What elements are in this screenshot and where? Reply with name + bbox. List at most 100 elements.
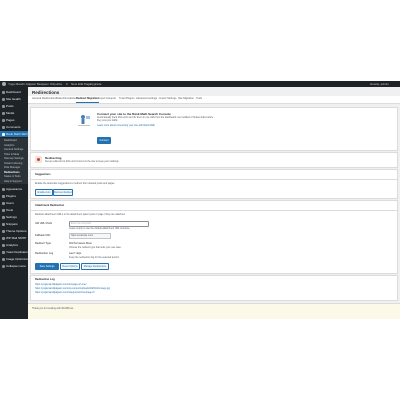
menu-theme-options[interactable]: Theme Options: [0, 228, 28, 234]
brush-icon: [2, 187, 5, 191]
menu-dashboard[interactable]: Dashboard: [0, 89, 28, 95]
field-help: Leave empty to use the default attachmen…: [69, 226, 131, 230]
admin-bar: Yoga Mandir Jalgaon Bedgaon Vritpurtta 0…: [0, 81, 400, 87]
log-line[interactable]: https://yogamandirjalgaon.com/old-page-u…: [35, 283, 86, 286]
wordpress-logo-icon[interactable]: [2, 82, 6, 86]
dashboard-icon: [2, 90, 5, 94]
manage-redirections-button[interactable]: Manage Redirections: [81, 263, 109, 270]
banner-text: Automatically track 404 errors and fix t…: [97, 116, 214, 123]
submenu-item[interactable]: Titles & Meta: [4, 153, 19, 157]
menu-label: Media: [6, 111, 15, 115]
submenu-item[interactable]: Dashboard: [4, 139, 17, 143]
submenu-item[interactable]: General Settings: [4, 148, 23, 152]
menu-settings[interactable]: Settings: [0, 214, 28, 220]
submenu-item[interactable]: Status & Tools: [4, 175, 21, 179]
field-label: Old URL Prefix: [35, 222, 53, 225]
menu-label: WP Mail SMTP: [6, 236, 27, 240]
tab-redirections-list[interactable]: Redirections: [42, 96, 56, 102]
banner-link[interactable]: Learn more about connecting your site wi…: [97, 124, 155, 127]
footer-text: Thank you for creating with WordPress.: [32, 307, 74, 310]
menu-plugins[interactable]: Plugins: [0, 193, 28, 199]
tab-import-export[interactable]: Import & Export: [98, 96, 116, 102]
menu-rank-math[interactable]: Rank Math SEO: [0, 131, 28, 137]
menu-label: Users: [6, 201, 14, 205]
media-icon: [2, 111, 5, 115]
settings-icon: [2, 215, 5, 219]
scissors-icon: [2, 222, 5, 226]
admin-bar-site-name[interactable]: Yoga Mandir Jalgaon Bedgaon Vritpurtta: [8, 82, 62, 86]
settings-tabs: General Redirections Rules Permalinks Re…: [28, 96, 400, 104]
menu-image-optimizer[interactable]: Image Optimizer: [0, 256, 28, 262]
menu-label: Yoast Duplicator: [6, 250, 28, 254]
menu-analytics[interactable]: Analytics: [0, 242, 28, 248]
admin-sidebar: Dashboard Site Health Posts Media Pages …: [0, 87, 28, 319]
menu-users[interactable]: Users: [0, 200, 28, 206]
remove-redirect-button[interactable]: Remove Redirect: [53, 189, 73, 196]
save-settings-button[interactable]: Save Settings: [35, 263, 59, 270]
admin-bar-new[interactable]: New: [71, 82, 77, 86]
field-help: Choose the redirect type that suits your…: [69, 245, 122, 249]
field-help: Keep the redirection log for the selecte…: [69, 255, 120, 259]
connect-button[interactable]: Connect: [97, 137, 111, 144]
menu-duplicator[interactable]: Yoast Duplicator: [0, 249, 28, 255]
menu-tools[interactable]: Tools: [0, 207, 28, 213]
submenu-item[interactable]: Role Manager: [4, 166, 20, 170]
menu-label: Snippets: [6, 222, 18, 226]
tab-trash[interactable]: Trash: [119, 96, 126, 102]
menu-collapse[interactable]: Collapse menu: [0, 263, 28, 269]
menu-comments[interactable]: Comments: [0, 124, 28, 130]
divider: [31, 210, 397, 211]
menu-label: Site Health: [6, 97, 21, 101]
tab-site-migration[interactable]: Site Migration: [178, 96, 194, 102]
menu-label: Dashboard: [6, 90, 21, 94]
suggestions-section: Suggestions Enable the automatic suggest…: [30, 169, 398, 199]
plug-icon: [2, 194, 5, 198]
admin-bar-greeting[interactable]: Howdy, admin: [370, 82, 389, 86]
menu-site-health[interactable]: Site Health: [0, 96, 28, 102]
attachment-heading: Attachment Redirection: [35, 204, 65, 207]
tab-advanced[interactable]: Advanced settings: [136, 96, 157, 102]
mail-icon: [2, 236, 5, 240]
menu-label: Tools: [6, 208, 14, 212]
log-line[interactable]: https://yogamandirjalgaon.com/wp-content…: [35, 287, 110, 290]
submenu-item[interactable]: Analytics: [4, 144, 14, 148]
admin-bar-upgrade[interactable]: Upgrade: [90, 82, 102, 86]
tab-redirect-migration[interactable]: Redirect Migration: [76, 96, 99, 103]
menu-snippets[interactable]: Snippets: [0, 221, 28, 227]
reset-options-button[interactable]: Reset Options: [60, 263, 80, 270]
field-label: Redirect Type: [35, 242, 51, 245]
menu-wp-mail-smtp[interactable]: WP Mail SMTP: [0, 235, 28, 241]
menu-label: Rank Math SEO: [6, 132, 28, 136]
palette-icon: [2, 229, 5, 233]
menu-posts[interactable]: Posts: [0, 103, 28, 109]
tab-plugins[interactable]: Plugins: [126, 96, 135, 102]
menu-label: Theme Options: [6, 229, 27, 233]
health-icon: [2, 97, 5, 101]
tab-permalinks[interactable]: Permalinks: [63, 96, 76, 102]
page-icon: [2, 118, 5, 122]
menu-label: Analytics: [6, 243, 19, 247]
menu-pages[interactable]: Pages: [0, 117, 28, 123]
submenu-item[interactable]: Help & Support: [4, 180, 22, 184]
submenu-item[interactable]: Sitemap Settings: [4, 157, 24, 161]
submenu-item[interactable]: Instant Indexing: [4, 162, 22, 166]
field-label: Redirection Log: [35, 252, 54, 255]
field-value: https://example.com/: [71, 234, 94, 237]
tab-tools[interactable]: Tools: [196, 96, 202, 102]
fallback-url-field[interactable]: https://example.com/: [69, 233, 111, 239]
menu-label: Appearance: [6, 187, 23, 191]
enable-auto-button[interactable]: Enable Auto: [35, 189, 53, 196]
screenshot: Yoga Mandir Jalgaon Bedgaon Vritpurtta 0…: [0, 81, 400, 319]
menu-media[interactable]: Media: [0, 110, 28, 116]
menu-label: Posts: [6, 104, 14, 108]
image-icon: [2, 257, 5, 261]
log-line[interactable]: https://yogamandirjalgaon.com/category/a…: [35, 291, 95, 294]
menu-appearance[interactable]: Appearance: [0, 186, 28, 192]
tab-import-settings[interactable]: Import Settings: [159, 96, 176, 102]
tab-general[interactable]: General: [32, 96, 41, 102]
tab-rules[interactable]: Rules: [56, 96, 63, 102]
pin-icon: [2, 104, 5, 108]
redirect-icon: [35, 156, 42, 163]
submenu-item-current[interactable]: Redirections: [4, 171, 20, 175]
admin-bar-comments[interactable]: 0: [66, 82, 68, 86]
